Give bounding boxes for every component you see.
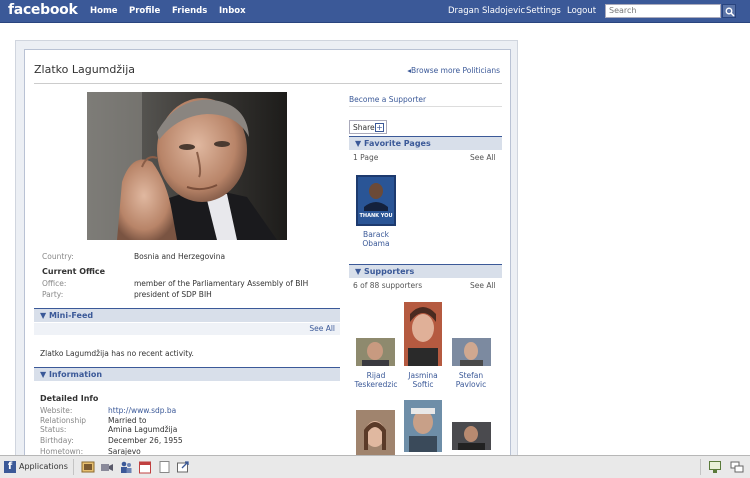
nav-friends[interactable]: Friends: [172, 6, 207, 16]
favorite-pages-see-all-link[interactable]: See All: [470, 153, 496, 162]
minifeed-see-all-link[interactable]: See All: [34, 323, 340, 335]
logout-link[interactable]: Logout: [567, 6, 596, 16]
thank-you-text: THANK YOU: [359, 213, 392, 219]
browse-more-politicians-link[interactable]: ◂Browse more Politicians: [407, 66, 500, 75]
relationship-status-label: Status:: [40, 425, 67, 434]
divider: [73, 459, 74, 475]
supporters-see-all-link[interactable]: See All: [470, 281, 496, 290]
photos-icon[interactable]: [81, 460, 95, 474]
profile-card: Zlatko Lagumdžija ◂Browse more Politicia…: [24, 49, 511, 459]
search-button[interactable]: [722, 4, 736, 18]
relationship-value: Married to: [108, 416, 147, 425]
facebook-icon: f: [4, 461, 16, 473]
favorite-pages-section-header[interactable]: ▼ Favorite Pages: [349, 136, 502, 150]
supporters-section-header[interactable]: ▼ Supporters: [349, 264, 502, 278]
top-navigation-bar: facebook Home Profile Friends Inbox Drag…: [0, 0, 750, 23]
share-button[interactable]: Share +: [349, 120, 387, 134]
relationship-label: Relationship: [40, 416, 87, 425]
office-value: member of the Parliamentary Assembly of …: [134, 279, 309, 288]
favorite-pages-count: 1 Page: [353, 153, 379, 162]
page-frame: Zlatko Lagumdžija ◂Browse more Politicia…: [15, 40, 518, 459]
nav-profile[interactable]: Profile: [129, 6, 160, 16]
supporter-avatar[interactable]: [356, 338, 395, 366]
current-office-heading: Current Office: [42, 267, 106, 276]
divider: [349, 106, 502, 107]
minifeed-section-header[interactable]: ▼ Mini-Feed: [34, 308, 340, 322]
supporter-avatar[interactable]: [404, 400, 442, 452]
chat-icon[interactable]: [730, 460, 744, 474]
bottom-application-bar: f Applications: [0, 455, 750, 478]
applications-menu[interactable]: Applications: [19, 462, 68, 471]
favorite-page-name[interactable]: Barack Obama: [350, 230, 402, 248]
birthday-value: December 26, 1955: [108, 436, 183, 445]
supporter-avatar[interactable]: [452, 338, 491, 366]
share-icon[interactable]: [176, 460, 190, 474]
website-link[interactable]: http://www.sdp.ba: [108, 406, 176, 415]
website-label: Website:: [40, 406, 73, 415]
office-label: Office:: [42, 279, 67, 288]
profile-photo[interactable]: [87, 92, 287, 240]
country-value: Bosnia and Herzegovina: [134, 252, 226, 261]
events-icon[interactable]: [138, 460, 152, 474]
supporter-avatar[interactable]: [452, 422, 491, 450]
supporter-name[interactable]: Jasmina Softic: [399, 371, 447, 389]
spouse-link[interactable]: Amina Lagumdžija: [108, 425, 177, 434]
page-title: Zlatko Lagumdžija: [34, 63, 135, 76]
supporter-avatar[interactable]: [356, 410, 395, 458]
triangle-down-icon: ▼: [355, 267, 362, 276]
groups-icon[interactable]: [119, 460, 133, 474]
search-input[interactable]: Search: [605, 4, 721, 18]
favorite-page-thumbnail[interactable]: THANK YOU: [356, 175, 396, 226]
divider: [700, 459, 701, 475]
supporter-name[interactable]: Stefan Pavlovic: [447, 371, 495, 389]
supporter-name[interactable]: Rijad Teskeredzic: [352, 371, 400, 389]
detailed-info-heading: Detailed Info: [40, 394, 99, 403]
party-label: Party:: [42, 290, 64, 299]
online-friends-icon[interactable]: [708, 460, 722, 474]
information-section-header[interactable]: ▼ Information: [34, 367, 340, 381]
plus-icon: +: [375, 123, 384, 132]
nav-home[interactable]: Home: [90, 6, 118, 16]
settings-link[interactable]: Settings: [526, 6, 561, 16]
birthday-label: Birthday:: [40, 436, 74, 445]
triangle-down-icon: ▼: [355, 139, 362, 148]
video-icon[interactable]: [100, 460, 114, 474]
minifeed-empty-text: Zlatko Lagumdžija has no recent activity…: [40, 349, 194, 358]
supporters-count: 6 of 88 supporters: [353, 281, 423, 290]
triangle-down-icon: ▼: [40, 311, 47, 320]
search-icon: [725, 7, 735, 17]
party-value: president of SDP BIH: [134, 290, 212, 299]
country-label: Country:: [42, 252, 74, 261]
user-name-link[interactable]: Dragan Sladojevic: [448, 6, 525, 16]
nav-inbox[interactable]: Inbox: [219, 6, 246, 16]
become-supporter-link[interactable]: Become a Supporter: [349, 95, 426, 104]
notes-icon[interactable]: [157, 460, 171, 474]
facebook-logo[interactable]: facebook: [8, 2, 78, 18]
triangle-down-icon: ▼: [40, 370, 47, 379]
supporter-avatar[interactable]: [404, 302, 442, 366]
divider: [34, 83, 502, 84]
